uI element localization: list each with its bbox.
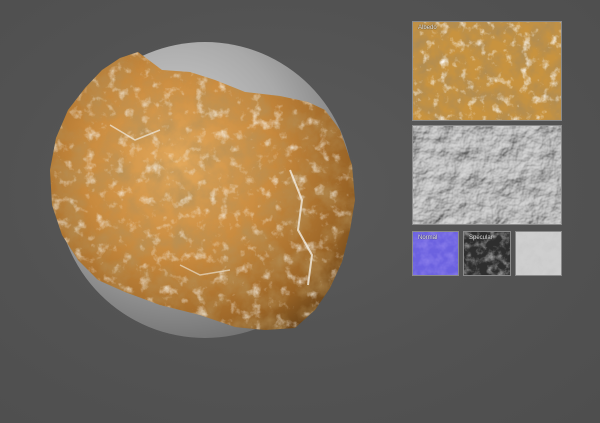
normal-map-label: Normal — [418, 235, 438, 241]
specular-map-label: Specular — [469, 235, 493, 241]
albedo-map-thumbnail[interactable]: Albedo — [412, 21, 562, 121]
normal-map-thumbnail[interactable]: Normal — [412, 231, 459, 276]
roughness-map-thumbnail[interactable] — [515, 231, 562, 276]
albedo-map-label: Albedo — [418, 25, 437, 31]
sphere-render — [50, 42, 355, 338]
height-map-thumbnail[interactable] — [412, 125, 562, 225]
roughness-texture — [516, 232, 561, 275]
specular-map-thumbnail[interactable]: Specular — [463, 231, 511, 276]
preview-sphere[interactable] — [40, 30, 370, 360]
height-texture — [413, 126, 561, 224]
albedo-texture — [413, 22, 561, 120]
material-preview-viewport[interactable]: Albedo Normal Specular — [0, 0, 600, 423]
